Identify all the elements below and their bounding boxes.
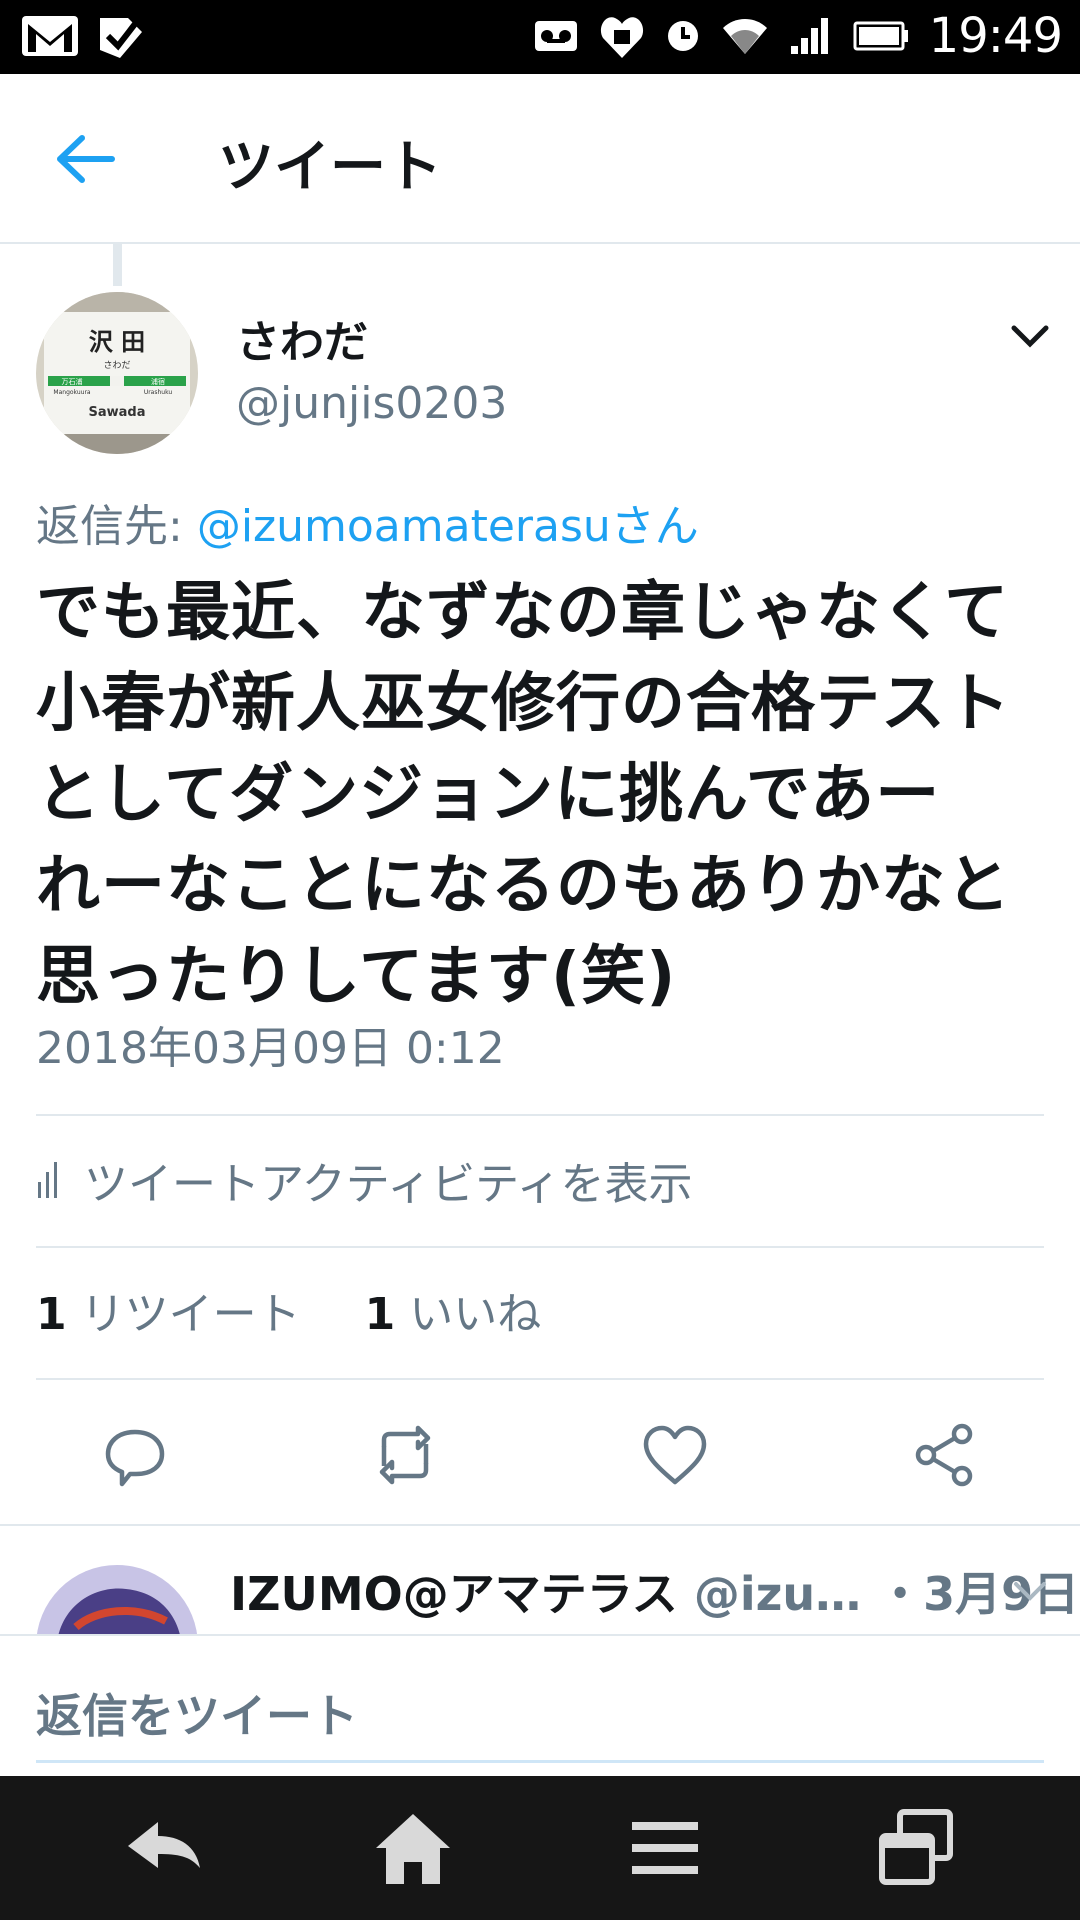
recent-apps-icon[interactable] — [870, 1806, 960, 1890]
gmail-icon — [22, 16, 78, 56]
reply-to-mention-link[interactable]: @izumoamaterasuさん — [197, 501, 699, 552]
heart-icon[interactable] — [640, 1420, 710, 1490]
bar-chart-icon — [38, 1162, 57, 1198]
author-avatar[interactable]: 沢 田 さわだ 万石浦 浦宿 Mangokuura Urashuku Sawad… — [36, 292, 198, 454]
reply-header: IZUMO@アマテラス @izu… ・3月9日 — [230, 1558, 1079, 1624]
reply-author-name[interactable]: IZUMO@アマテラス — [230, 1567, 678, 1621]
clock-time: 19:49 — [928, 8, 1063, 64]
reply-to-prefix: 返信先: — [36, 501, 197, 552]
like-count[interactable]: 1 — [365, 1289, 396, 1340]
reply-icon[interactable] — [100, 1420, 170, 1490]
tweet-text-line: れーなことになるのもありかなと — [36, 849, 1011, 923]
tweet-text: でも最近、なずなの章じゃなくて 小春が新人巫女修行の合格テスト としてダンジョン… — [36, 568, 1046, 1023]
voicemail-icon — [534, 21, 577, 51]
reply-input-underline — [36, 1760, 1044, 1763]
signal-icon — [790, 18, 828, 54]
sign-right-romaji: Urashuku — [144, 389, 173, 396]
tweet-text-line: でも最近、なずなの章じゃなくて — [36, 576, 1010, 650]
share-icon[interactable] — [910, 1420, 980, 1490]
like-label[interactable]: いいね — [409, 1289, 541, 1340]
sign-left-romaji: Mangokuura — [53, 389, 90, 396]
reply-to-line: 返信先: @izumoamaterasuさん — [36, 490, 699, 554]
menu-nav-icon[interactable] — [620, 1806, 710, 1890]
sign-kana: さわだ — [103, 360, 130, 371]
retweet-icon[interactable] — [370, 1420, 440, 1490]
chevron-down-icon[interactable] — [1008, 320, 1052, 356]
alarm-icon — [667, 21, 698, 51]
wifi-icon — [722, 19, 767, 54]
reply-date: ・3月9日 — [877, 1567, 1080, 1621]
tweet-action-bar — [0, 1420, 1080, 1490]
retweet-count[interactable]: 1 — [36, 1289, 67, 1340]
tweet-activity-label: ツイートアクティビティを表示 — [84, 1159, 693, 1210]
section-separator — [0, 1524, 1080, 1526]
page-title: ツイート — [218, 135, 442, 200]
tweet-timestamp: 2018年03月09日 0:12 — [36, 1023, 505, 1074]
tweet-text-line: としてダンジョンに挑んであー — [36, 758, 941, 832]
sign-romaji: Sawada — [89, 405, 146, 420]
tweet-stats: 1 リツイート 1 いいね — [36, 1278, 541, 1342]
task-check-icon — [100, 18, 142, 58]
reply-composer: 返信をツイート — [0, 1634, 1080, 1778]
sign-left-station: 万石浦 — [62, 377, 83, 386]
retweet-label[interactable]: リツイート — [81, 1289, 301, 1340]
sign-kanji: 沢 田 — [89, 328, 145, 356]
tweet-activity-link[interactable]: ツイートアクティビティを表示 — [36, 1148, 693, 1212]
chevron-down-icon[interactable] — [1012, 1576, 1048, 1606]
system-nav-bar — [0, 1776, 1080, 1920]
divider — [36, 1114, 1044, 1116]
thread-connector-line — [113, 244, 122, 286]
reply-input[interactable]: 返信をツイート — [36, 1680, 358, 1746]
home-nav-icon[interactable] — [368, 1806, 458, 1890]
arrow-left-icon[interactable] — [52, 124, 122, 194]
tweet-text-line: 思ったりしてます(笑) — [36, 940, 677, 1014]
divider — [36, 1378, 1044, 1380]
heart-shield-icon — [600, 17, 643, 58]
author-name[interactable]: さわだ — [236, 306, 368, 370]
divider — [36, 1246, 1044, 1248]
status-bar: 19:49 — [0, 0, 1080, 74]
sign-right-station: 浦宿 — [151, 377, 165, 386]
author-handle[interactable]: @junjis0203 — [236, 378, 507, 429]
tweet-text-line: 小春が新人巫女修行の合格テスト — [36, 667, 1011, 741]
battery-icon — [853, 21, 908, 51]
back-nav-icon[interactable] — [118, 1806, 208, 1890]
reply-author-handle[interactable]: @izu… — [694, 1567, 861, 1621]
top-app-bar: ツイート — [0, 74, 1080, 244]
